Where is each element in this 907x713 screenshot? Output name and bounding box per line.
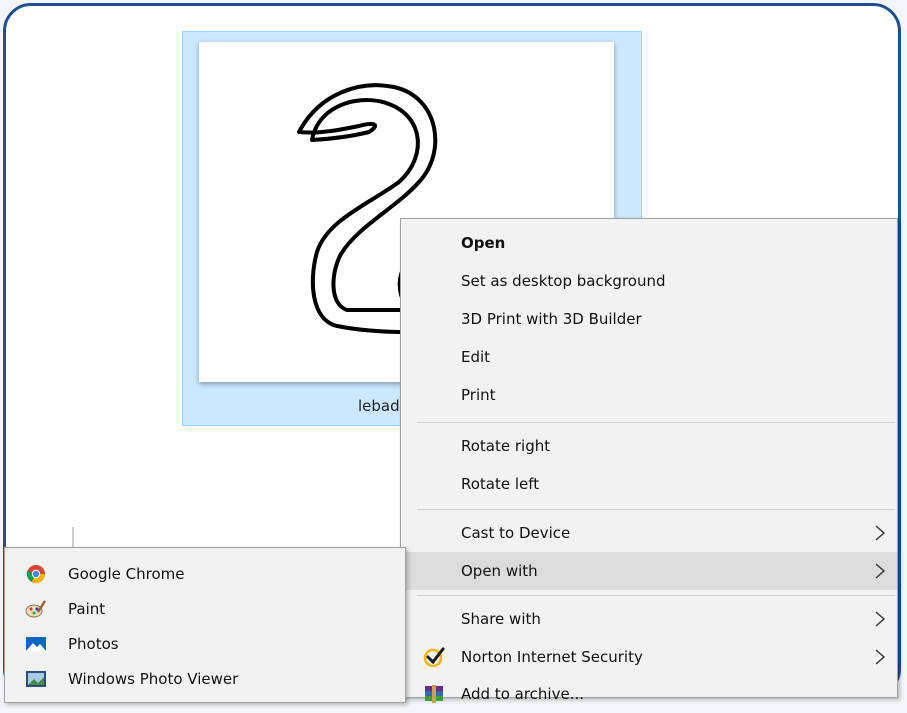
menu-item-rotate-left[interactable]: Rotate left xyxy=(401,465,897,503)
menu-item-label: Edit xyxy=(461,348,491,366)
submenu-item-photos[interactable]: Photos xyxy=(5,626,405,662)
paint-icon xyxy=(25,600,47,618)
menu-item-print[interactable]: Print xyxy=(401,376,897,414)
open-with-submenu: Google Chrome Paint Photos Windows Photo… xyxy=(4,547,406,703)
menu-separator xyxy=(417,422,895,423)
chevron-right-icon xyxy=(875,649,886,665)
submenu-item-paint[interactable]: Paint xyxy=(5,591,405,627)
submenu-item-label: Photos xyxy=(68,635,119,653)
menu-item-edit[interactable]: Edit xyxy=(401,338,897,376)
chevron-right-icon xyxy=(875,611,886,627)
menu-item-label: Rotate left xyxy=(461,475,540,493)
menu-item-label: Set as desktop background xyxy=(461,272,666,290)
menu-item-label: Print xyxy=(461,386,496,404)
menu-item-label: Open with xyxy=(461,562,538,580)
context-menu: Open Set as desktop background 3D Print … xyxy=(400,218,898,703)
menu-item-norton-internet-security[interactable]: Norton Internet Security xyxy=(401,638,897,676)
menu-item-share-with[interactable]: Share with xyxy=(401,600,897,638)
menu-item-label: Cast to Device xyxy=(461,524,571,542)
chrome-icon xyxy=(26,565,46,584)
menu-item-label: Rotate right xyxy=(461,437,551,455)
menu-item-label: Open xyxy=(461,234,506,252)
submenu-item-label: Paint xyxy=(68,600,106,618)
menu-separator xyxy=(417,509,895,510)
submenu-item-windows-photo-viewer[interactable]: Windows Photo Viewer xyxy=(5,661,405,697)
submenu-item-label: Windows Photo Viewer xyxy=(68,670,239,688)
winrar-archive-icon xyxy=(425,685,443,703)
photos-icon xyxy=(26,637,46,651)
menu-item-cast-to-device[interactable]: Cast to Device xyxy=(401,514,897,552)
menu-item-add-to-archive[interactable]: Add to archive... xyxy=(401,675,897,713)
submenu-item-label: Google Chrome xyxy=(68,565,185,583)
menu-item-label: Share with xyxy=(461,610,541,628)
chevron-right-icon xyxy=(875,563,886,579)
menu-item-rotate-right[interactable]: Rotate right xyxy=(401,427,897,465)
menu-item-label: Norton Internet Security xyxy=(461,648,643,666)
menu-item-label: Add to archive... xyxy=(461,685,584,703)
photo-viewer-icon xyxy=(26,671,46,687)
file-name-label: lebad xyxy=(358,397,400,415)
menu-item-open-with[interactable]: Open with xyxy=(401,552,897,590)
chevron-right-icon xyxy=(875,525,886,541)
menu-item-set-desktop-background[interactable]: Set as desktop background xyxy=(401,262,897,300)
submenu-item-google-chrome[interactable]: Google Chrome xyxy=(5,556,405,592)
menu-item-3d-print[interactable]: 3D Print with 3D Builder xyxy=(401,300,897,338)
menu-item-label: 3D Print with 3D Builder xyxy=(461,310,642,328)
menu-separator xyxy=(417,595,895,596)
norton-checkmark-icon xyxy=(423,647,445,668)
menu-item-open[interactable]: Open xyxy=(401,224,897,262)
